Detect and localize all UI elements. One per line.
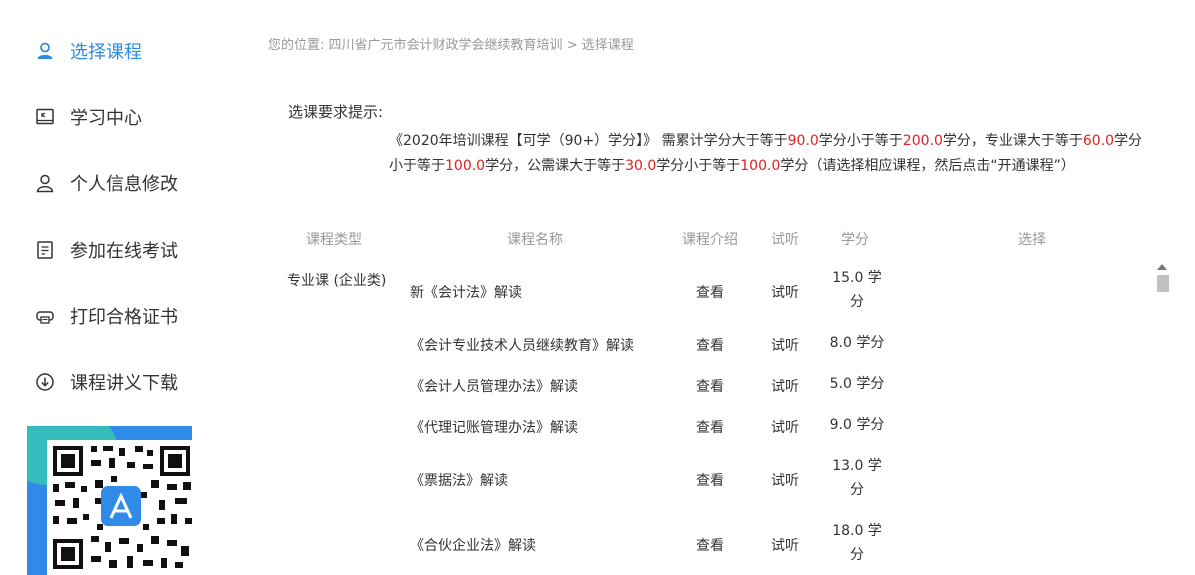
book-icon: [34, 106, 56, 128]
printer-icon: [34, 305, 56, 327]
sidebar-item-online-exam[interactable]: 参加在线考试: [34, 235, 178, 265]
hint-text: 小于等于: [389, 158, 445, 174]
view-intro-link[interactable]: 查看: [696, 470, 724, 490]
course-credit: 18.0 学分: [832, 523, 882, 563]
course-name: 《票据法》解读: [410, 473, 508, 489]
trial-link[interactable]: 试听: [771, 282, 799, 302]
sidebar-item-download-handouts[interactable]: 课程讲义下载: [34, 367, 178, 397]
sidebar-item-label: 学习中心: [70, 108, 142, 129]
header-course-name: 课程名称: [507, 232, 563, 248]
course-credit: 13.0 学分: [832, 458, 882, 498]
hint-value: 200.0: [902, 133, 943, 149]
hint-text: 学分，公需课大于等于: [485, 158, 626, 174]
view-intro-link[interactable]: 查看: [696, 376, 724, 396]
user-icon: [34, 40, 56, 62]
sidebar-item-label: 打印合格证书: [70, 307, 178, 328]
course-name: 新《会计法》解读: [410, 285, 522, 301]
breadcrumb-separator: >: [566, 38, 578, 53]
sidebar-item-label: 参加在线考试: [70, 241, 178, 262]
qr-code-banner: [27, 426, 192, 575]
scrollbar-thumb[interactable]: [1157, 275, 1169, 292]
sidebar-item-print-certificate[interactable]: 打印合格证书: [34, 301, 178, 331]
hint-value: 100.0: [445, 158, 486, 174]
hint-text: 《2020年培训课程【可学（90+）学分】》 需累计学分大于等于: [389, 133, 788, 149]
sidebar-item-label: 课程讲义下载: [70, 373, 178, 394]
trial-link[interactable]: 试听: [771, 417, 799, 437]
course-name: 《会计专业技术人员继续教育》解读: [410, 338, 634, 354]
hint-text: 学分小于等于: [818, 133, 903, 149]
exam-icon: [34, 239, 56, 261]
hint-text: 学分小于等于: [656, 158, 741, 174]
trial-link[interactable]: 试听: [771, 335, 799, 355]
view-intro-link[interactable]: 查看: [696, 335, 724, 355]
sidebar-item-select-course[interactable]: 选择课程: [34, 36, 142, 66]
hint-value: 30.0: [625, 158, 657, 174]
course-credit: 9.0 学分: [829, 417, 885, 433]
sidebar: 选择课程 学习中心 个人信息修改 参加在线考试 打印合格证书 课程讲义下载: [0, 0, 230, 575]
header-select: 选择: [1018, 232, 1046, 248]
course-credit: 5.0 学分: [829, 376, 885, 392]
header-course-type: 课程类型: [306, 232, 362, 248]
header-course-intro: 课程介绍: [682, 232, 738, 248]
hint-value: 90.0: [787, 133, 819, 149]
course-name: 《代理记账管理办法》解读: [410, 420, 578, 436]
trial-link[interactable]: 试听: [771, 535, 799, 555]
course-category: 专业课 (企业类): [287, 273, 387, 289]
sidebar-item-profile[interactable]: 个人信息修改: [34, 168, 178, 198]
hint-value: 100.0: [740, 158, 781, 174]
course-name: 《会计人员管理办法》解读: [410, 379, 578, 395]
sidebar-item-label: 选择课程: [70, 42, 142, 63]
trial-link[interactable]: 试听: [771, 376, 799, 396]
trial-link[interactable]: 试听: [771, 470, 799, 490]
course-credit: 8.0 学分: [829, 335, 885, 351]
view-intro-link[interactable]: 查看: [696, 282, 724, 302]
breadcrumb: 您的位置: 四川省广元市会计财政学会继续教育培训 > 选择课程: [268, 34, 634, 53]
hint-title: 选课要求提示:: [288, 103, 384, 121]
breadcrumb-prefix: 您的位置:: [268, 38, 325, 53]
header-credit: 学分: [841, 232, 869, 248]
scroll-up-arrow[interactable]: [1157, 264, 1167, 270]
course-name: 《合伙企业法》解读: [410, 538, 536, 554]
view-intro-link[interactable]: 查看: [696, 417, 724, 437]
sidebar-item-learning-center[interactable]: 学习中心: [34, 102, 142, 132]
header-trial: 试听: [771, 232, 799, 248]
qr-code: [47, 440, 192, 575]
breadcrumb-current: 选择课程: [581, 38, 634, 53]
view-intro-link[interactable]: 查看: [696, 535, 724, 555]
hint-value: 60.0: [1082, 133, 1115, 149]
hint-text: 学分: [1114, 133, 1143, 149]
hint-text: 学分（请选择相应课程，然后点击“开通课程”）: [780, 158, 1075, 174]
sidebar-item-label: 个人信息修改: [70, 174, 178, 195]
download-icon: [34, 371, 56, 393]
hint-body: 《2020年培训课程【可学（90+）学分】》 需累计学分大于等于90.0学分小于…: [389, 129, 1149, 179]
breadcrumb-site[interactable]: 四川省广元市会计财政学会继续教育培训: [329, 38, 563, 53]
person-icon: [34, 172, 56, 194]
course-credit: 15.0 学分: [832, 270, 882, 310]
hint-text: 学分，专业课大于等于: [942, 133, 1083, 149]
